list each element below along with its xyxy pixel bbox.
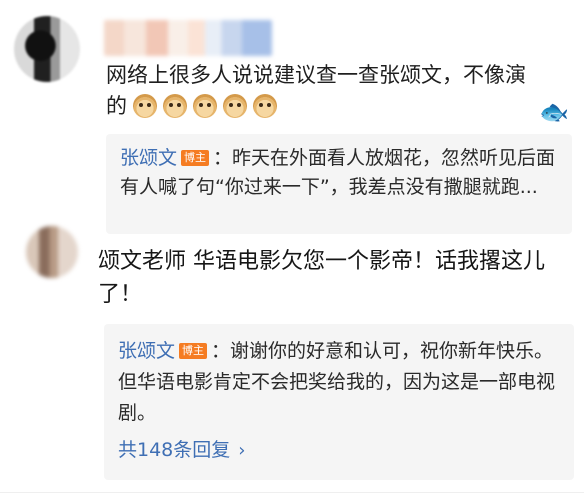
avatar[interactable] — [14, 16, 80, 82]
reply-box[interactable]: 张颂文 博主 ：昨天在外面看人放烟花，忽然听见后面有人喊了句“你过来一下”，我差点没… — [106, 134, 572, 234]
view-replies-link[interactable]: 共148条回复 › — [118, 438, 245, 463]
author-badge: 博主 — [181, 150, 210, 166]
doge-emoji-icon — [253, 93, 277, 118]
doge-emoji-icon — [193, 93, 217, 118]
doge-emoji-icon — [163, 93, 187, 118]
divider — [0, 492, 584, 493]
reply-text: 张颂文 博主 ：昨天在外面看人放烟花，忽然听见后面有人喊了句“你过来一下”，我差点没… — [120, 144, 564, 202]
reply-box[interactable]: 张颂文 博主 ：谢谢你的好意和认可，祝你新年快乐。但华语电影肯定不会把奖给我的，因为… — [104, 324, 574, 480]
doge-emoji-icon — [223, 93, 247, 118]
reply-author-link[interactable]: 张颂文 — [120, 147, 177, 169]
fish-sticker-icon: 🐟 — [539, 98, 569, 126]
avatar[interactable] — [26, 226, 78, 278]
comment-thread: 网络上很多人说说建议查一查张颂文，不像演的 🐟 张颂文 博主 ：昨天在外面看人放烟花… — [0, 0, 584, 499]
reply-author-link[interactable]: 张颂文 — [118, 340, 175, 362]
comment-text: 网络上很多人说说建议查一查张颂文，不像演的 — [106, 60, 546, 123]
doge-emoji-icon — [133, 93, 157, 118]
author-badge: 博主 — [179, 343, 208, 359]
emoji-row — [127, 92, 277, 123]
reply-text: 张颂文 博主 ：谢谢你的好意和认可，祝你新年快乐。但华语电影肯定不会把奖给我的，因为… — [118, 336, 566, 429]
view-replies-label: 共148条回复 — [118, 439, 231, 461]
username-blurred[interactable] — [104, 20, 272, 56]
chevron-right-icon: › — [238, 440, 246, 461]
comment-text: 颂文老师 华语电影欠您一个影帝！话我撂这儿了！ — [98, 249, 545, 307]
